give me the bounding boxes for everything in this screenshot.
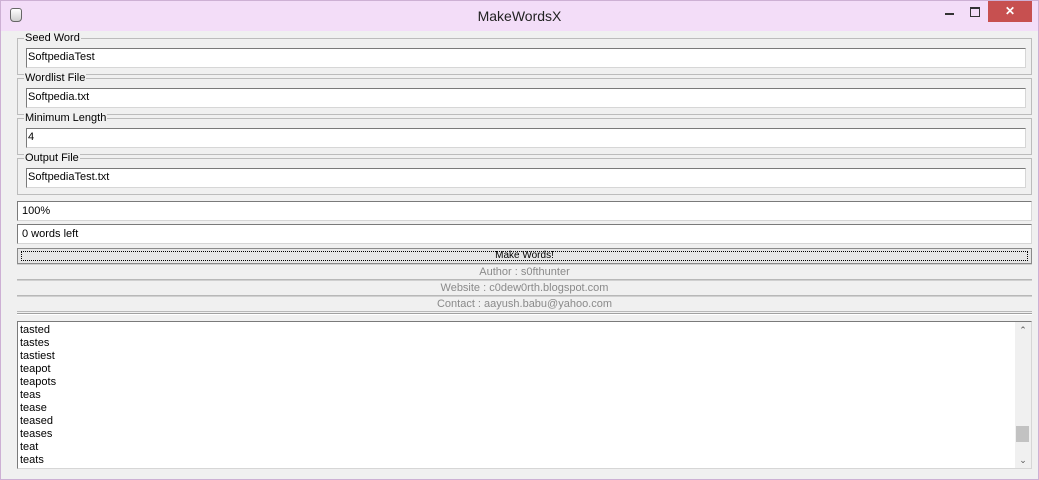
main-window: MakeWordsX ✕ Seed Word SoftpediaTest Wor… [0, 0, 1039, 480]
wordlist-file-group: Wordlist File Softpedia.txt [17, 72, 1032, 115]
list-item[interactable]: tease [20, 402, 56, 415]
output-file-group: Output File SoftpediaTest.txt [17, 152, 1032, 195]
minimum-length-label: Minimum Length [24, 112, 108, 124]
author-info: Author : s0fthunter [17, 264, 1032, 280]
progress-status: 100% [17, 201, 1032, 221]
results-list[interactable]: tasted tastes tastiest teapot teapots teas tea… [17, 321, 1032, 469]
wordlist-file-input[interactable]: Softpedia.txt [26, 88, 1026, 108]
make-words-button[interactable]: Make Words! [17, 248, 1032, 264]
results-items: tasted tastes tastiest teapot teapots teas tea… [20, 324, 56, 467]
list-item[interactable]: teat [20, 441, 56, 454]
separator [17, 313, 1032, 315]
list-item[interactable]: teats [20, 454, 56, 467]
minimize-button[interactable] [936, 1, 962, 22]
wordlist-file-label: Wordlist File [24, 72, 87, 84]
minimum-length-group: Minimum Length 4 [17, 112, 1032, 155]
close-button[interactable]: ✕ [988, 1, 1032, 22]
words-left-status: 0 words left [17, 224, 1032, 244]
list-item[interactable]: tastes [20, 337, 56, 350]
make-words-button-label: Make Words! [495, 250, 554, 261]
list-item[interactable]: tastiest [20, 350, 56, 363]
output-file-label: Output File [24, 152, 80, 164]
list-item[interactable]: teas [20, 389, 56, 402]
list-item[interactable]: teases [20, 428, 56, 441]
list-item[interactable]: teapots [20, 376, 56, 389]
window-title: MakeWordsX [477, 8, 562, 24]
list-item[interactable]: teased [20, 415, 56, 428]
seed-word-group: Seed Word SoftpediaTest [17, 32, 1032, 75]
contact-info: Contact : aayush.babu@yahoo.com [17, 296, 1032, 312]
output-file-input[interactable]: SoftpediaTest.txt [26, 168, 1026, 188]
results-scrollbar[interactable]: ⌃ ⌄ [1015, 322, 1031, 468]
website-info: Website : c0dew0rth.blogspot.com [17, 280, 1032, 296]
seed-word-label: Seed Word [24, 32, 81, 44]
list-item[interactable]: tasted [20, 324, 56, 337]
close-icon: ✕ [1004, 4, 1016, 18]
list-item[interactable]: teapot [20, 363, 56, 376]
scroll-up-icon[interactable]: ⌃ [1015, 322, 1031, 338]
title-bar[interactable]: MakeWordsX ✕ [1, 1, 1038, 31]
scroll-down-icon[interactable]: ⌄ [1015, 452, 1031, 468]
minimum-length-input[interactable]: 4 [26, 128, 1026, 148]
scroll-thumb[interactable] [1016, 426, 1029, 442]
maximize-button[interactable] [962, 1, 988, 22]
seed-word-input[interactable]: SoftpediaTest [26, 48, 1026, 68]
